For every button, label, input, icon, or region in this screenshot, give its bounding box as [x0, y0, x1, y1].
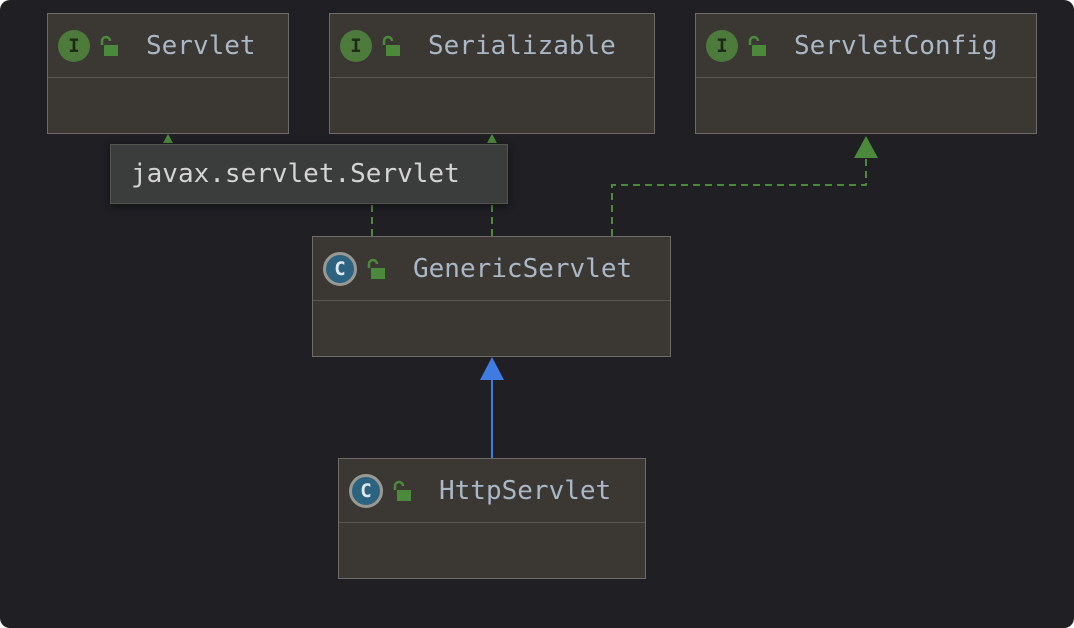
interface-badge-icon: I: [340, 29, 372, 62]
interface-badge-icon: I: [706, 29, 738, 62]
open-lock-icon: [100, 35, 118, 56]
node-servlet-title: Servlet: [146, 30, 256, 61]
node-servlet[interactable]: I Servlet: [47, 13, 289, 134]
arrowhead-servlet-config: [854, 136, 878, 158]
open-lock-icon: [393, 480, 411, 501]
node-serializable-title: Serializable: [428, 30, 616, 61]
node-generic-servlet-header: C GenericServlet: [313, 237, 670, 301]
open-lock-icon: [382, 35, 400, 56]
node-serializable-header: I Serializable: [330, 14, 654, 78]
node-http-servlet-title: HttpServlet: [439, 475, 612, 506]
class-badge-icon: C: [349, 473, 383, 508]
node-servlet-config-header: I ServletConfig: [696, 14, 1036, 78]
node-http-servlet-header: C HttpServlet: [339, 459, 645, 523]
arrowhead-serializable: [487, 134, 497, 143]
class-badge-icon: C: [323, 251, 357, 286]
node-generic-servlet-title: GenericServlet: [413, 253, 633, 284]
edge-generic-servlet-to-servlet-config: [611, 158, 867, 236]
node-serializable[interactable]: I Serializable: [329, 13, 655, 134]
open-lock-icon: [748, 35, 766, 56]
arrowhead-generic-servlet: [480, 357, 504, 380]
interface-badge-icon: I: [58, 29, 90, 62]
fqn-tooltip: javax.servlet.Servlet: [110, 144, 508, 204]
node-generic-servlet[interactable]: C GenericServlet: [312, 236, 671, 357]
node-servlet-header: I Servlet: [48, 14, 288, 78]
node-http-servlet[interactable]: C HttpServlet: [338, 458, 646, 579]
diagram-canvas: I Servlet I Serializable I ServletConfig…: [0, 0, 1074, 628]
open-lock-icon: [367, 258, 385, 279]
node-servlet-config[interactable]: I ServletConfig: [695, 13, 1037, 134]
node-servlet-config-title: ServletConfig: [794, 30, 998, 61]
arrowhead-servlet: [163, 134, 173, 143]
